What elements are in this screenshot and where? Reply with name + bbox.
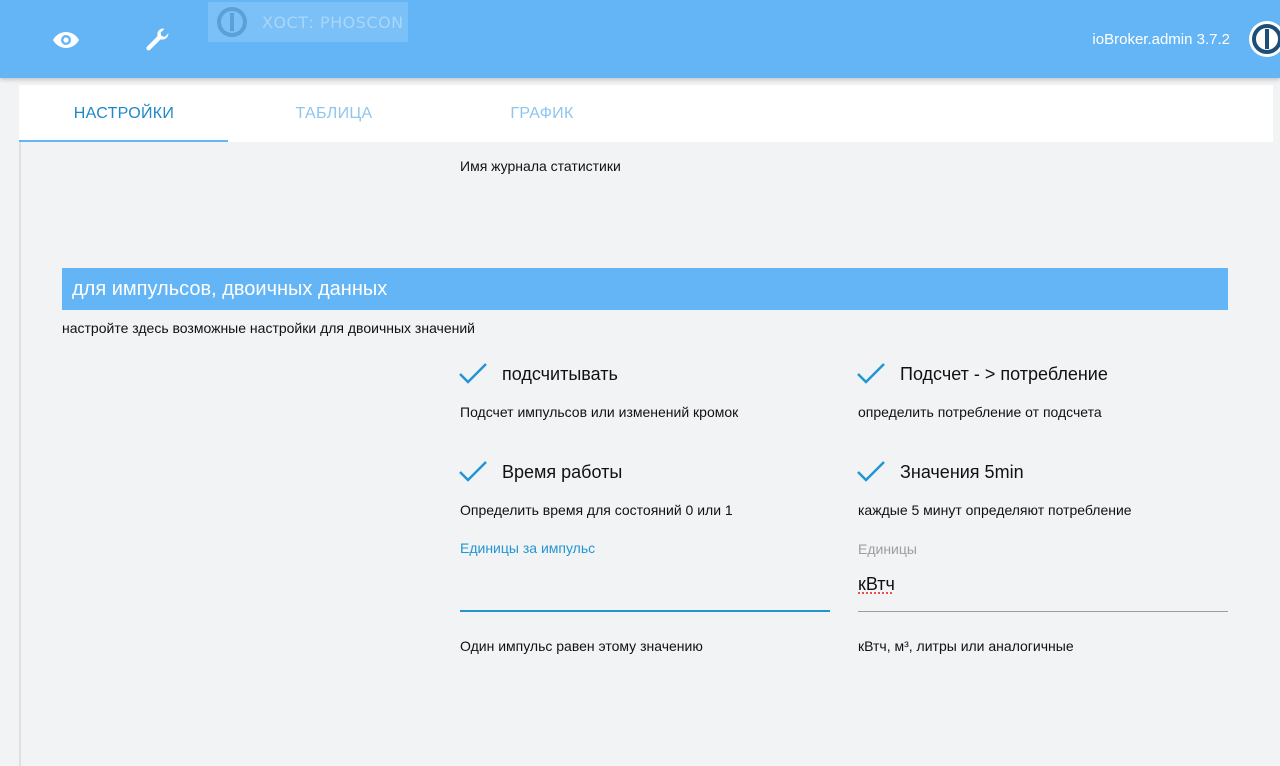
tab-settings[interactable]: НАСТРОЙКИ xyxy=(19,85,229,142)
journal-name-label: Имя журнала статистики xyxy=(460,158,621,174)
top-bar: ХОСТ: PHOSCON ioBroker.admin 3.7.2 xyxy=(0,0,1280,78)
host-badge[interactable]: ХОСТ: PHOSCON xyxy=(208,2,408,42)
five-min-checkbox[interactable]: Значения 5min xyxy=(856,460,1024,484)
impulse-units-input[interactable] xyxy=(460,572,830,606)
count-checkbox[interactable]: подсчитывать xyxy=(458,362,618,386)
units-underline xyxy=(858,611,1228,612)
iobroker-brand-icon[interactable] xyxy=(1248,20,1280,58)
checkmark-icon xyxy=(857,363,885,384)
units-label: Единицы xyxy=(858,541,917,557)
units-input[interactable]: кВтч xyxy=(858,574,1228,604)
tab-chart[interactable]: ГРАФИК xyxy=(437,85,647,142)
active-tab-indicator xyxy=(19,140,228,142)
checkmark-icon xyxy=(459,363,487,384)
app-version: ioBroker.admin 3.7.2 xyxy=(1092,31,1230,48)
section-description: настройте здесь возможные настройки для … xyxy=(62,320,475,336)
section-title: для импульсов, двоичных данных xyxy=(72,277,388,300)
units-hint: кВтч, м³, литры или аналогичные xyxy=(858,638,1074,654)
iobroker-logo-icon xyxy=(217,7,247,37)
tab-table[interactable]: ТАБЛИЦА xyxy=(229,85,439,142)
section-header: для импульсов, двоичных данных xyxy=(62,268,1228,310)
consumption-label: Подсчет - > потребление xyxy=(900,363,1108,384)
consumption-hint: определить потребление от подсчета xyxy=(858,404,1102,420)
impulse-units-underline xyxy=(460,610,830,612)
eye-icon[interactable] xyxy=(46,20,86,60)
impulse-units-label: Единицы за импульс xyxy=(460,540,596,556)
five-min-hint: каждые 5 минут определяют потребление xyxy=(858,502,1132,518)
checkmark-icon xyxy=(857,461,885,482)
runtime-checkbox[interactable]: Время работы xyxy=(458,460,622,484)
checkmark-icon xyxy=(459,461,487,482)
wrench-icon[interactable] xyxy=(138,20,178,60)
runtime-hint: Определить время для состояний 0 или 1 xyxy=(460,502,733,518)
tab-bar: НАСТРОЙКИ ТАБЛИЦА ГРАФИК xyxy=(19,85,1273,142)
consumption-checkbox[interactable]: Подсчет - > потребление xyxy=(856,362,1108,386)
runtime-label: Время работы xyxy=(502,461,623,482)
host-label: ХОСТ: PHOSCON xyxy=(262,12,404,32)
five-min-label: Значения 5min xyxy=(900,461,1024,482)
count-hint: Подсчет импульсов или изменений кромок xyxy=(460,404,739,420)
settings-panel xyxy=(19,85,1273,766)
impulse-units-hint: Один импульс равен этому значению xyxy=(460,638,703,654)
count-label: подсчитывать xyxy=(502,363,618,384)
